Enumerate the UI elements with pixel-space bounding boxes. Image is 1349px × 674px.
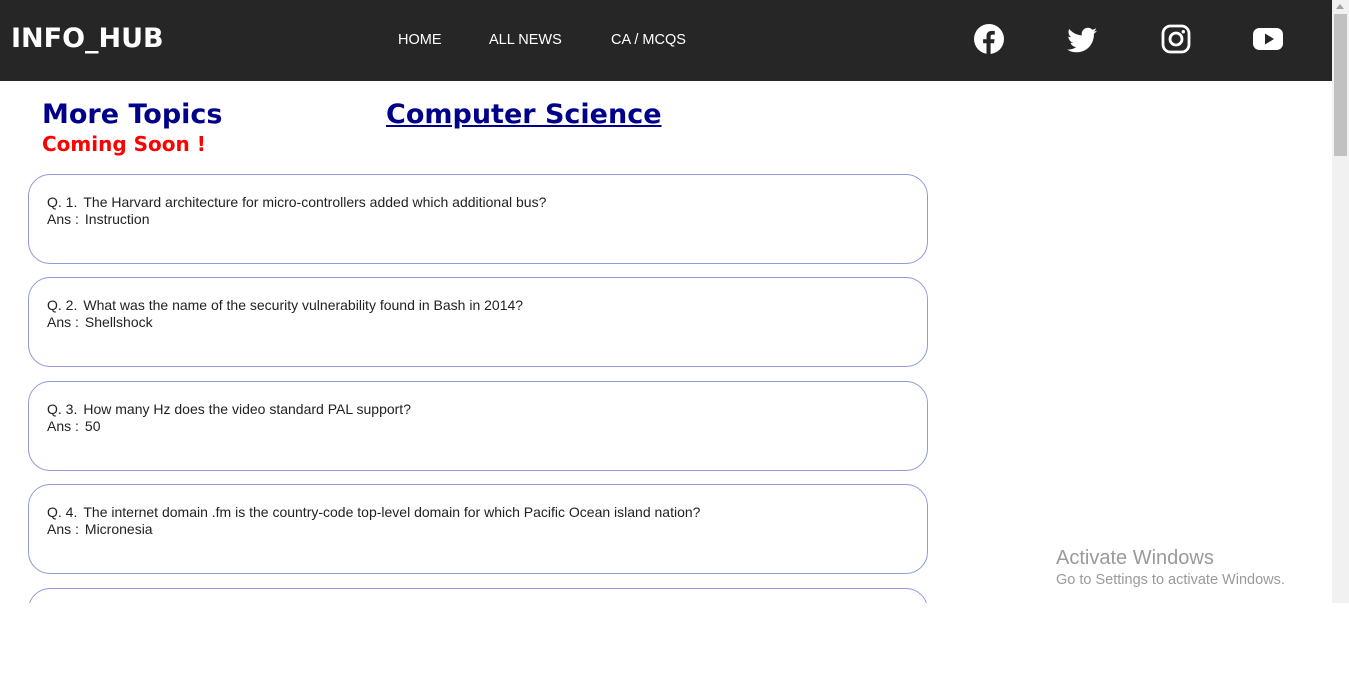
question-number: Q. 4. <box>47 504 78 520</box>
answer-text: Ans : Instruction <box>47 211 909 228</box>
navbar: INFO_HUB HOME ALL NEWS CA / MCQS <box>0 0 1332 81</box>
question-number: Q. 3. <box>47 401 78 417</box>
answer-label: Ans : <box>47 418 79 434</box>
nav-ca-mcqs-link[interactable]: CA / MCQS <box>611 31 686 49</box>
question-number: Q. 2. <box>47 297 78 313</box>
question-text: Q. 1. The Harvard architecture for micro-… <box>47 194 909 211</box>
question-card: Q. 3. How many Hz does the video standard… <box>28 381 928 471</box>
twitter-icon[interactable] <box>1066 24 1098 56</box>
question-text: Q. 4. The internet domain .fm is the coun… <box>47 504 909 521</box>
question-body: How many Hz does the video standard PAL … <box>83 401 411 417</box>
answer-value: Instruction <box>84 211 150 227</box>
instagram-icon[interactable] <box>1160 23 1192 55</box>
page-title[interactable]: Computer Science <box>386 98 662 132</box>
watermark-subtitle: Go to Settings to activate Windows. <box>1056 572 1285 588</box>
answer-text: Ans : 50 <box>47 418 909 435</box>
coming-soon-text: Coming Soon ! <box>42 132 206 156</box>
nav-home-link[interactable]: HOME <box>398 31 442 49</box>
question-text: Q. 3. How many Hz does the video standard… <box>47 401 909 418</box>
scroll-up-arrow-icon[interactable] <box>1336 4 1344 9</box>
question-body: The internet domain .fm is the country-c… <box>83 504 701 520</box>
question-card: Q. 4. The internet domain .fm is the coun… <box>28 484 928 574</box>
brand-logo[interactable]: INFO_HUB <box>11 22 164 56</box>
youtube-icon[interactable] <box>1252 23 1284 55</box>
question-card: Q. 2. What was the name of the security v… <box>28 277 928 367</box>
question-card: Q. 1. The Harvard architecture for micro-… <box>28 174 928 264</box>
question-number: Q. 1. <box>47 194 78 210</box>
question-card-partial <box>28 588 928 603</box>
facebook-icon[interactable] <box>973 23 1005 55</box>
watermark-title: Activate Windows <box>1056 547 1214 569</box>
page-viewport: INFO_HUB HOME ALL NEWS CA / MCQS More To… <box>0 0 1332 603</box>
activate-windows-watermark: Activate Windows Go to Settings to activ… <box>1056 546 1285 590</box>
more-topics-heading: More Topics <box>42 99 223 130</box>
question-body: What was the name of the security vulner… <box>83 297 524 313</box>
answer-label: Ans : <box>47 314 79 330</box>
scrollbar-thumb[interactable] <box>1334 14 1347 156</box>
answer-value: Micronesia <box>84 521 153 537</box>
answer-label: Ans : <box>47 521 79 537</box>
answer-text: Ans : Micronesia <box>47 521 909 538</box>
question-text: Q. 2. What was the name of the security v… <box>47 297 909 314</box>
answer-value: 50 <box>84 418 101 434</box>
nav-all-news-link[interactable]: ALL NEWS <box>489 31 562 49</box>
answer-text: Ans : Shellshock <box>47 314 909 331</box>
answer-value: Shellshock <box>84 314 153 330</box>
answer-label: Ans : <box>47 211 79 227</box>
question-body: The Harvard architecture for micro-contr… <box>83 194 547 210</box>
vertical-scrollbar[interactable] <box>1332 0 1349 603</box>
